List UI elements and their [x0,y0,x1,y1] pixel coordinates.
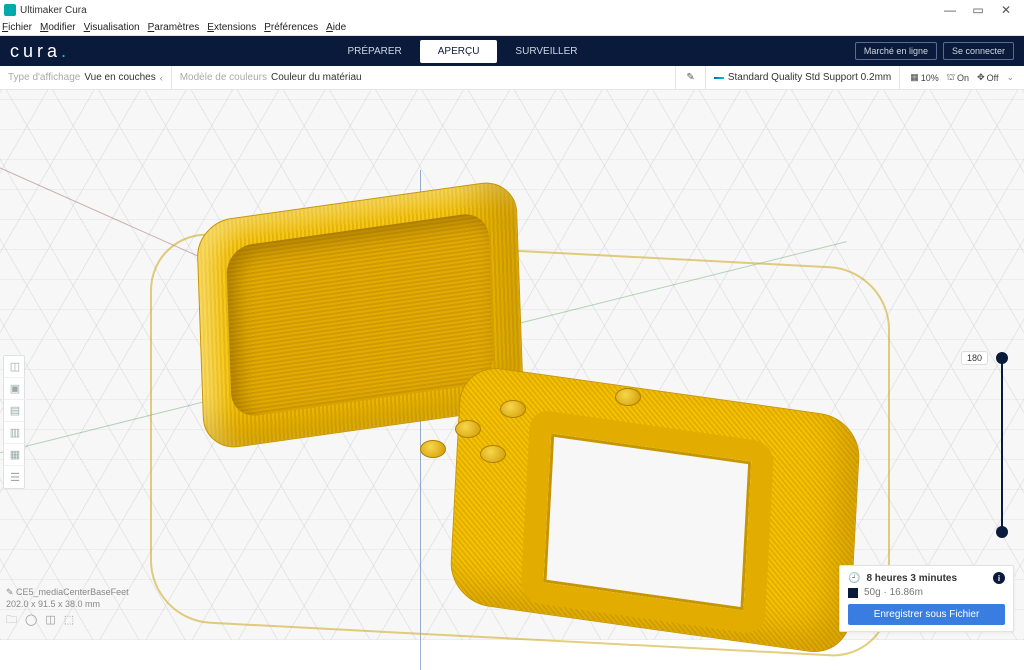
tab-prepare[interactable]: PRÉPARER [329,40,419,63]
lines-icon [714,77,724,79]
menu-edit[interactable]: Modifier [40,22,76,33]
signin-button[interactable]: Se connecter [943,42,1014,60]
3d-viewport[interactable]: ◫ ▣ ▤ ▥ ▦ ☰ 180 ✎ CE5_mediaCenterBaseFee… [0,90,1024,640]
minimize-button[interactable]: — [936,3,964,17]
view-3d-icon[interactable]: ◫ [4,356,26,378]
colorscheme-label: Modèle de couleurs [180,72,267,83]
view-top-icon[interactable]: ▤ [4,400,26,422]
print-estimate-panel: 🕘 8 heures 3 minutes i 50g · 16.86m Enre… [839,565,1014,632]
object-dimensions: 202.0 x 91.5 x 38.0 mm [6,598,129,610]
layer-handle-bottom[interactable] [996,526,1008,538]
colorscheme-value: Couleur du matériau [271,72,362,83]
marketplace-button[interactable]: Marché en ligne [855,42,937,60]
menu-file[interactable]: Fichier [2,22,32,33]
window-title: Ultimaker Cura [20,5,87,16]
adhesion-setting[interactable]: ✥Off [977,72,998,83]
tab-preview[interactable]: APERÇU [420,40,498,63]
chevron-down-icon[interactable]: ⌄ [1006,72,1014,83]
viewtype-value: Vue en couches [84,72,155,83]
view-left-icon[interactable]: ▥ [4,422,26,444]
object-name: CE5_mediaCenterBaseFeet [16,587,129,597]
layer-handle-top[interactable] [996,352,1008,364]
layer-slider[interactable]: 180 [992,355,1012,535]
material-estimate: 50g · 16.86m [864,587,923,598]
edit-settings-icon[interactable]: ✎ [676,66,705,89]
viewtype-label: Type d'affichage [8,72,80,83]
tool-extra-icon[interactable]: ⬚ [64,614,74,626]
menu-preferences[interactable]: Préférences [264,22,318,33]
tool-sphere-icon[interactable]: ◯ [25,614,37,626]
infill-setting[interactable]: ▦10% [910,72,939,83]
app-icon [4,4,16,16]
object-info: ✎ CE5_mediaCenterBaseFeet 202.0 x 91.5 x… [6,586,129,626]
tab-monitor[interactable]: SURVEILLER [497,40,595,63]
view-toolbar: ◫ ▣ ▤ ▥ ▦ ☰ [3,355,25,489]
colorscheme-selector[interactable]: Modèle de couleurs Couleur du matériau [172,66,677,89]
view-right-icon[interactable]: ▦ [4,444,26,466]
layer-max-badge: 180 [961,351,988,365]
save-to-file-button[interactable]: Enregistrer sous Fichier [848,604,1005,625]
chevron-left-icon: ‹ [160,73,163,83]
support-icon: ⛫ [947,72,955,84]
view-front-icon[interactable]: ▣ [4,378,26,400]
settings-bar: Type d'affichage Vue en couches ‹ Modèle… [0,66,1024,90]
time-estimate: 8 heures 3 minutes [866,573,957,584]
viewtype-selector[interactable]: Type d'affichage Vue en couches ‹ [0,66,172,89]
menu-settings[interactable]: Paramètres [148,22,200,33]
window-titlebar: Ultimaker Cura — ▭ ✕ [0,0,1024,20]
menu-extensions[interactable]: Extensions [207,22,256,33]
stage-tabs: PRÉPARER APERÇU SURVEILLER [329,40,595,63]
tool-folder-icon[interactable]: 🗀 [6,614,17,626]
logo: cura. [10,41,70,62]
adhesion-icon: ✥ [977,72,985,83]
menubar: Fichier Modifier Visualisation Paramètre… [0,20,1024,36]
grid-icon: ▦ [910,72,919,83]
view-layers-icon[interactable]: ☰ [4,466,26,488]
info-icon[interactable]: i [993,572,1005,584]
material-icon [848,588,858,598]
menu-help[interactable]: Aide [326,22,346,33]
tool-cube-icon[interactable]: ◫ [45,614,55,626]
header: cura. PRÉPARER APERÇU SURVEILLER Marché … [0,36,1024,66]
menu-view[interactable]: Visualisation [84,22,140,33]
print-profile-selector[interactable]: Standard Quality Std Support 0.2mm [706,66,900,89]
close-button[interactable]: ✕ [992,3,1020,17]
maximize-button[interactable]: ▭ [964,3,992,17]
profile-value: Standard Quality Std Support 0.2mm [728,72,891,83]
clock-icon: 🕘 [848,573,860,584]
support-setting[interactable]: ⛫On [947,72,969,84]
